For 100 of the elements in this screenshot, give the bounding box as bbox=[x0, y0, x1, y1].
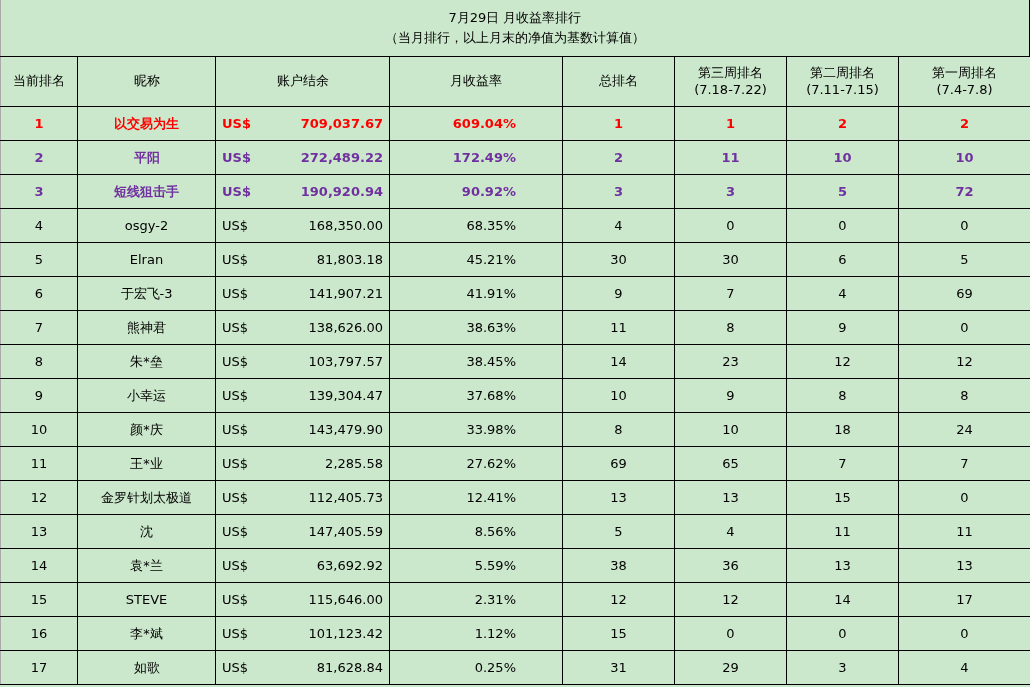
table-cell: 10 bbox=[786, 140, 899, 175]
table-cell: 38 bbox=[562, 548, 675, 583]
table-cell: 0 bbox=[674, 616, 787, 651]
table-cell: 1.12% bbox=[389, 616, 563, 651]
table-cell: 15 bbox=[562, 616, 675, 651]
column-header: 当前排名 bbox=[0, 56, 78, 107]
table-cell: 12 bbox=[0, 480, 78, 515]
table-cell: 4 bbox=[562, 208, 675, 243]
table-cell: 沈 bbox=[77, 514, 216, 549]
table-cell: 90.92% bbox=[389, 174, 563, 209]
table-cell: 13 bbox=[674, 480, 787, 515]
table-cell: 15 bbox=[0, 582, 78, 617]
table-cell: 3 bbox=[0, 174, 78, 209]
table-cell: 2 bbox=[0, 140, 78, 175]
table-cell: 29 bbox=[674, 650, 787, 685]
balance-amount: 272,489.22 bbox=[300, 150, 383, 165]
currency-label: US$ bbox=[222, 388, 249, 403]
column-header: 总排名 bbox=[562, 56, 675, 107]
currency-label: US$ bbox=[222, 184, 251, 199]
table-cell: 1 bbox=[0, 106, 78, 141]
column-header: 昵称 bbox=[77, 56, 216, 107]
column-header: 账户结余 bbox=[215, 56, 390, 107]
currency-label: US$ bbox=[222, 150, 251, 165]
table-cell: 0 bbox=[786, 616, 899, 651]
table-cell: 30 bbox=[674, 242, 787, 277]
table-cell: 12 bbox=[674, 582, 787, 617]
currency-label: US$ bbox=[222, 626, 249, 641]
table-cell: 3 bbox=[562, 174, 675, 209]
balance-amount: 103,797.57 bbox=[308, 354, 383, 369]
table-cell: 30 bbox=[562, 242, 675, 277]
balance-amount: 101,123.42 bbox=[308, 626, 383, 641]
balance-amount: 112,405.73 bbox=[308, 490, 383, 505]
table-cell: 4 bbox=[674, 514, 787, 549]
table-cell: 2 bbox=[786, 106, 899, 141]
table-cell: 12.41% bbox=[389, 480, 563, 515]
balance-amount: 139,304.47 bbox=[308, 388, 383, 403]
table-cell: 8 bbox=[562, 412, 675, 447]
balance-amount: 2,285.58 bbox=[325, 456, 383, 471]
balance-amount: 147,405.59 bbox=[308, 524, 383, 539]
table-cell: 45.21% bbox=[389, 242, 563, 277]
table-cell: 172.49% bbox=[389, 140, 563, 175]
column-header: 月收益率 bbox=[389, 56, 563, 107]
currency-label: US$ bbox=[222, 422, 249, 437]
balance-amount: 81,803.18 bbox=[316, 252, 383, 267]
balance-amount: 190,920.94 bbox=[300, 184, 383, 199]
table-cell: 33.98% bbox=[389, 412, 563, 447]
table-cell: 8 bbox=[0, 344, 78, 379]
table-cell: 金罗针划太极道 bbox=[77, 480, 216, 515]
table-cell: 9 bbox=[786, 310, 899, 345]
table-cell: 13 bbox=[0, 514, 78, 549]
table-cell: 3 bbox=[674, 174, 787, 209]
table-cell: 朱*垒 bbox=[77, 344, 216, 379]
table-cell: 5 bbox=[0, 242, 78, 277]
table-cell: 2 bbox=[562, 140, 675, 175]
table-cell: 0 bbox=[786, 208, 899, 243]
table-cell: 14 bbox=[786, 582, 899, 617]
table-cell: 17 bbox=[0, 650, 78, 685]
table-cell: 11 bbox=[786, 514, 899, 549]
table-cell: 16 bbox=[0, 616, 78, 651]
table-cell: 27.62% bbox=[389, 446, 563, 481]
table-cell: 李*斌 bbox=[77, 616, 216, 651]
balance-amount: 141,907.21 bbox=[308, 286, 383, 301]
table-cell: 13 bbox=[562, 480, 675, 515]
table-cell: 6 bbox=[786, 242, 899, 277]
balance-amount: 115,646.00 bbox=[308, 592, 383, 607]
table-cell: 13 bbox=[786, 548, 899, 583]
balance-amount: 81,628.84 bbox=[316, 660, 383, 675]
table-cell: 平阳 bbox=[77, 140, 216, 175]
column-header: 第二周排名 (7.11-7.15) bbox=[786, 56, 899, 107]
balance-amount: 168,350.00 bbox=[308, 218, 383, 233]
table-cell: 38.45% bbox=[389, 344, 563, 379]
table-cell: 9 bbox=[0, 378, 78, 413]
table-cell: 如歌 bbox=[77, 650, 216, 685]
table-cell: 7 bbox=[786, 446, 899, 481]
table-cell: 69 bbox=[562, 446, 675, 481]
table-cell: 14 bbox=[562, 344, 675, 379]
table-cell: 68.35% bbox=[389, 208, 563, 243]
table-title: 7月29日 月收益率排行 bbox=[448, 9, 582, 27]
table-cell: 王*业 bbox=[77, 446, 216, 481]
table-cell: 10 bbox=[0, 412, 78, 447]
column-header: 第三周排名 (7.18-7.22) bbox=[674, 56, 787, 107]
table-cell: 于宏飞-3 bbox=[77, 276, 216, 311]
table-cell: 1 bbox=[674, 106, 787, 141]
table-cell: 11 bbox=[562, 310, 675, 345]
table-cell: 颜*庆 bbox=[77, 412, 216, 447]
table-cell: 65 bbox=[674, 446, 787, 481]
currency-label: US$ bbox=[222, 490, 249, 505]
table-cell: 18 bbox=[786, 412, 899, 447]
table-cell: 11 bbox=[0, 446, 78, 481]
table-cell: 熊神君 bbox=[77, 310, 216, 345]
table-cell: 8.56% bbox=[389, 514, 563, 549]
table-cell: 9 bbox=[674, 378, 787, 413]
table-cell: 3 bbox=[786, 650, 899, 685]
table-cell: 5 bbox=[786, 174, 899, 209]
currency-label: US$ bbox=[222, 660, 249, 675]
balance-amount: 709,037.67 bbox=[300, 116, 383, 131]
table-cell: 10 bbox=[674, 412, 787, 447]
table-cell: 10 bbox=[562, 378, 675, 413]
currency-label: US$ bbox=[222, 354, 249, 369]
table-cell: 609.04% bbox=[389, 106, 563, 141]
